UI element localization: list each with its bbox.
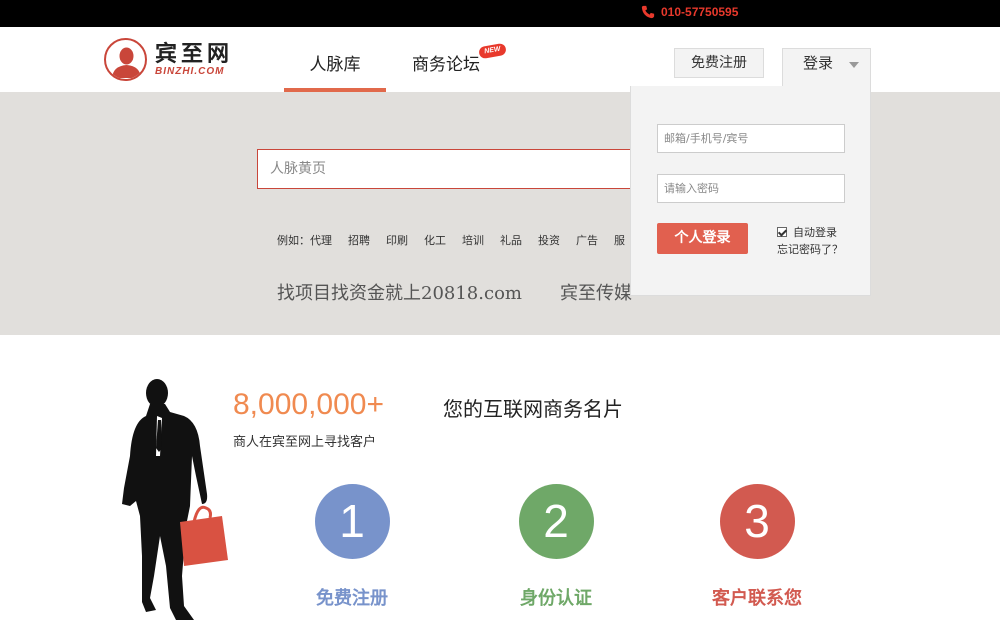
nav-contacts[interactable]: 人脉库 [284, 27, 386, 92]
phone-icon [641, 5, 655, 19]
example-tag[interactable]: 培训 [462, 232, 484, 248]
example-tag[interactable]: 广告 [576, 232, 598, 248]
phone-number[interactable]: 010-57750595 [661, 5, 738, 19]
step-label: 免费注册 [316, 588, 388, 609]
slogan-line-2: 宾至传媒 [559, 283, 632, 304]
step-verify[interactable]: 2 身份认证 [476, 484, 636, 610]
caret-down-icon [849, 62, 859, 68]
logo-text-cn: 宾至网 [155, 41, 234, 67]
remember-me-checkbox[interactable]: 自动登录 [777, 224, 837, 240]
step-number-badge: 1 [314, 484, 390, 559]
hero-slogan: 找项目找资金就上20818.com 宾至传媒 [277, 279, 632, 305]
password-input[interactable] [657, 174, 845, 203]
example-tags: 例如： 代理 招聘 印刷 化工 培训 礼品 投资 广告 服 [277, 232, 641, 248]
register-button[interactable]: 免费注册 [674, 48, 764, 78]
login-dropdown-panel: 个人登录 自动登录 忘记密码了？ [630, 86, 871, 296]
remember-me-label: 自动登录 [793, 226, 837, 239]
user-count: 8,000,000+ [233, 388, 384, 421]
example-tag[interactable]: 招聘 [348, 232, 370, 248]
example-tag[interactable]: 投资 [538, 232, 560, 248]
user-count-description: 商人在宾至网上寻找客户 [233, 435, 377, 450]
nav-business-forum[interactable]: 商务论坛 [400, 27, 492, 92]
login-toggle-button[interactable]: 登录 [782, 48, 871, 88]
hotline: 010-57750595 [641, 5, 738, 19]
example-tag[interactable]: 代理 [310, 232, 332, 248]
top-bar: 010-57750595 [0, 0, 1000, 27]
tagline: 您的互联网商务名片 [443, 397, 623, 421]
step-number-badge: 2 [518, 484, 594, 559]
search-input[interactable]: 人脉黄页 [257, 149, 647, 189]
businessman-silhouette-icon [122, 379, 228, 620]
example-tag[interactable]: 化工 [424, 232, 446, 248]
example-tag[interactable]: 服 [614, 232, 625, 248]
step-number-badge: 3 [719, 484, 795, 559]
slogan-line-1: 找项目找资金就上20818.com [277, 283, 522, 304]
logo-text-en: BINZHI.COM [155, 66, 225, 77]
site-logo[interactable]: 宾至网 BINZHI.COM [104, 38, 233, 81]
logo-avatar-icon [104, 38, 147, 81]
step-label: 身份认证 [520, 588, 592, 609]
example-tag[interactable]: 印刷 [386, 232, 408, 248]
step-label: 客户联系您 [712, 588, 802, 609]
header: 宾至网 BINZHI.COM 人脉库 商务论坛 NEW 免费注册 登录 [0, 27, 1000, 92]
checkbox-checked-icon[interactable] [777, 227, 787, 237]
username-input[interactable] [657, 124, 845, 153]
step-register[interactable]: 1 免费注册 [272, 484, 432, 610]
examples-lead: 例如： [277, 234, 310, 247]
login-toggle-label: 登录 [803, 54, 834, 72]
step-contact[interactable]: 3 客户联系您 [677, 484, 837, 610]
personal-login-button[interactable]: 个人登录 [657, 223, 748, 254]
forgot-password-link[interactable]: 忘记密码了？ [777, 241, 843, 257]
example-tag[interactable]: 礼品 [500, 232, 522, 248]
